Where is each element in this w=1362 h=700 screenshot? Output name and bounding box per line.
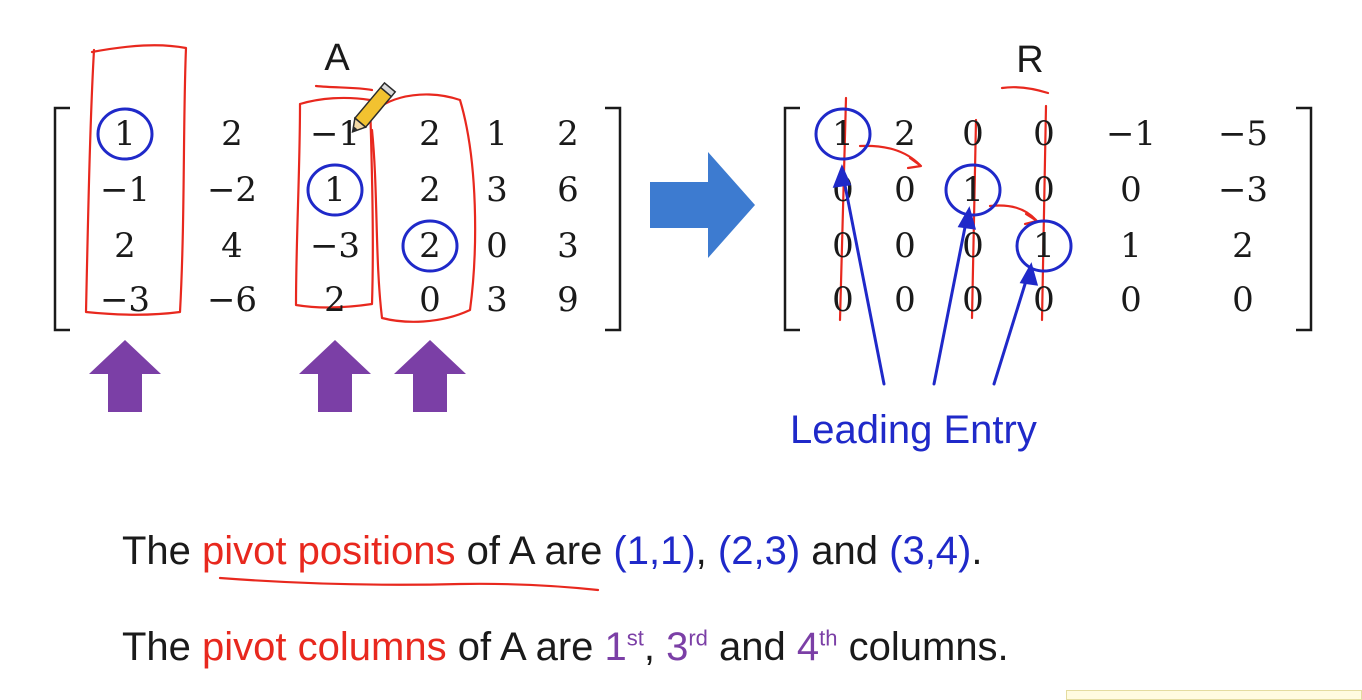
matrix-a-cell-r2c1: −1 <box>100 170 150 210</box>
matrix-a-cell-r4c4: 0 <box>419 280 441 320</box>
pivot-markers <box>89 340 466 412</box>
matrix-r-cell-r1c5: −1 <box>1106 114 1156 154</box>
matrix-r-cell-r1c4: 0 <box>1033 114 1055 154</box>
matrix-r-cell-r4c1: 0 <box>832 280 854 320</box>
matrix-a-cell-r2c3: 1 <box>324 170 346 210</box>
matrix-r-cell-r2c4: 0 <box>1033 170 1055 210</box>
up-arrow-icon <box>394 340 466 412</box>
matrix-a-cell-r3c3: −3 <box>310 226 360 266</box>
matrix-a-cell-r4c2: −6 <box>207 280 257 320</box>
matrix-a-circles <box>96 107 459 273</box>
matrix-r-cell-r4c6: 0 <box>1232 280 1254 320</box>
matrix-a-cell-r2c4: 2 <box>419 170 441 210</box>
matrix-r-label: R <box>1016 39 1043 81</box>
sentence2-mid: of A are <box>446 625 605 669</box>
matrix-a-cell-r3c6: 3 <box>557 226 579 266</box>
matrix-r-cell-r2c3: 1 <box>962 170 984 210</box>
corner-note-box <box>1066 690 1362 700</box>
matrix-a-cell-r2c6: 6 <box>557 170 579 210</box>
slide: A 1 2 −1 2 1 2 −1 −2 1 2 3 6 2 4 −3 2 0 3 −3 −6 2 0 3 9 R 1 2 0 0−… <box>0 0 1362 700</box>
pivot-positions-sentence: The pivot positions of A are (1,1), (2,3… <box>122 531 983 571</box>
pivot-column-1-number: 1 <box>604 625 627 669</box>
matrix-r-cell-r3c6: 2 <box>1232 226 1254 266</box>
pivot-columns-sentence: The pivot columns of A are 1st, 3rd and … <box>122 627 1009 667</box>
matrix-r-cell-r1c1: 1 <box>832 114 854 154</box>
pivot-position-3: (3,4) <box>889 529 972 573</box>
matrix-a-cell-r1c1: 1 <box>114 114 136 154</box>
pointer-line-1 <box>840 168 886 386</box>
pivot-column-1: 1st <box>605 625 644 669</box>
matrix-r-cell-r3c5: 1 <box>1120 226 1142 266</box>
matrix-a-cell-r1c6: 2 <box>557 114 579 154</box>
sentence1-end: . <box>971 529 983 573</box>
leading-entry-pointers <box>832 164 1039 386</box>
sentence1-sep2: and <box>800 529 890 573</box>
matrix-a-label: A <box>324 37 350 79</box>
matrix-a-cell-r2c2: −2 <box>207 170 257 210</box>
matrix-r-cell-r1c6: −5 <box>1218 114 1268 154</box>
up-arrow-icon <box>89 340 161 412</box>
matrix-r-cell-r2c6: −3 <box>1218 170 1268 210</box>
up-arrow-icon <box>299 340 371 412</box>
matrix-r-cell-r4c4: 0 <box>1033 280 1055 320</box>
pointer-line-3 <box>992 266 1032 386</box>
matrix-r-right-bracket <box>1296 106 1313 332</box>
matrix-r-cell-r4c5: 0 <box>1120 280 1142 320</box>
matrix-a-left-bracket <box>53 106 70 332</box>
matrix-a-cell-r2c5: 3 <box>486 170 508 210</box>
matrix-r-cell-r1c2: 2 <box>894 114 916 154</box>
leading-entry-label: Leading Entry <box>790 408 1037 452</box>
matrix-a-cell-r4c6: 9 <box>557 280 579 320</box>
matrix-r-cells: 1 2 0 0 −1 −50 0 1 0 0 −30 0 0 1 1 20 0 0 0 0 0 <box>832 114 1268 320</box>
pivot-positions-term: pivot positions <box>202 529 456 573</box>
matrix-a-cell-r3c5: 0 <box>486 226 508 266</box>
pivot-column-3-number: 4 <box>796 625 820 669</box>
sentence2-sep1: , <box>643 625 667 669</box>
sentence1-prefix: The <box>122 529 203 573</box>
matrix-r-cell-r3c2: 0 <box>894 226 916 266</box>
matrix-a-cell-r4c3: 2 <box>324 280 346 320</box>
diagram-canvas: A 1 2 −1 2 1 2−1 −2 1 2 3 62 4 −3 2 0 3−3 −6 2 0 3 9 R 1 2 0 0−… <box>53 37 1313 452</box>
matrix-a-right-bracket <box>605 106 622 332</box>
matrix-r-cell-r4c2: 0 <box>894 280 916 320</box>
matrix-a-cell-r1c3: −1 <box>310 114 360 154</box>
sentence2-prefix: The <box>122 625 203 669</box>
matrix-a-cell-r1c4: 2 <box>419 114 441 154</box>
matrix-a-cell-r3c4: 2 <box>419 226 441 266</box>
pivot-columns-term: pivot columns <box>202 625 447 669</box>
matrix-a-cell-r3c2: 4 <box>221 226 243 266</box>
pivot-position-1: (1,1) <box>613 529 696 573</box>
sentence2-end: columns. <box>837 625 1009 669</box>
pivot-column-3: 4th <box>797 625 838 669</box>
pivot-column-3-suffix: th <box>819 625 838 651</box>
matrix-a-cell-r4c1: −3 <box>100 280 150 320</box>
matrix-r-cell-r3c1: 0 <box>832 226 854 266</box>
pivot-column-1-suffix: st <box>626 625 644 651</box>
sentence2-sep2: and <box>707 625 797 669</box>
sentence1-sep1: , <box>695 529 718 573</box>
matrix-a-cell-r1c5: 1 <box>486 114 508 154</box>
matrix-r-cell-r2c5: 0 <box>1120 170 1142 210</box>
pivot-position-2: (2,3) <box>717 529 801 573</box>
matrix-a-cell-r1c2: 2 <box>221 114 243 154</box>
pivot-column-2: 3rd <box>666 625 708 669</box>
matrix-r-cell-r4c3: 0 <box>962 280 984 320</box>
matrix-r-cell-r1c3: 0 <box>962 114 984 154</box>
matrix-r-cell-r3c4: 1 <box>1033 226 1055 266</box>
pivot-column-2-suffix: rd <box>688 625 708 651</box>
matrix-a-cell-r3c1: 2 <box>114 226 136 266</box>
matrix-r-cell-r2c2: 0 <box>894 170 916 210</box>
sentence1-mid: of A are <box>455 529 614 573</box>
right-arrow-icon <box>650 152 755 258</box>
pencil-icon <box>351 81 397 133</box>
matrix-a-cell-r4c5: 3 <box>486 280 508 320</box>
matrix-r-left-bracket <box>783 106 800 332</box>
matrix-a-cells: 1 2 −1 2 1 2 −1 −2 1 2 3 6 2 4 −3 2 0 3 −3 −6 2 0 3 9 <box>100 114 579 320</box>
pivot-column-2-number: 3 <box>666 625 689 669</box>
